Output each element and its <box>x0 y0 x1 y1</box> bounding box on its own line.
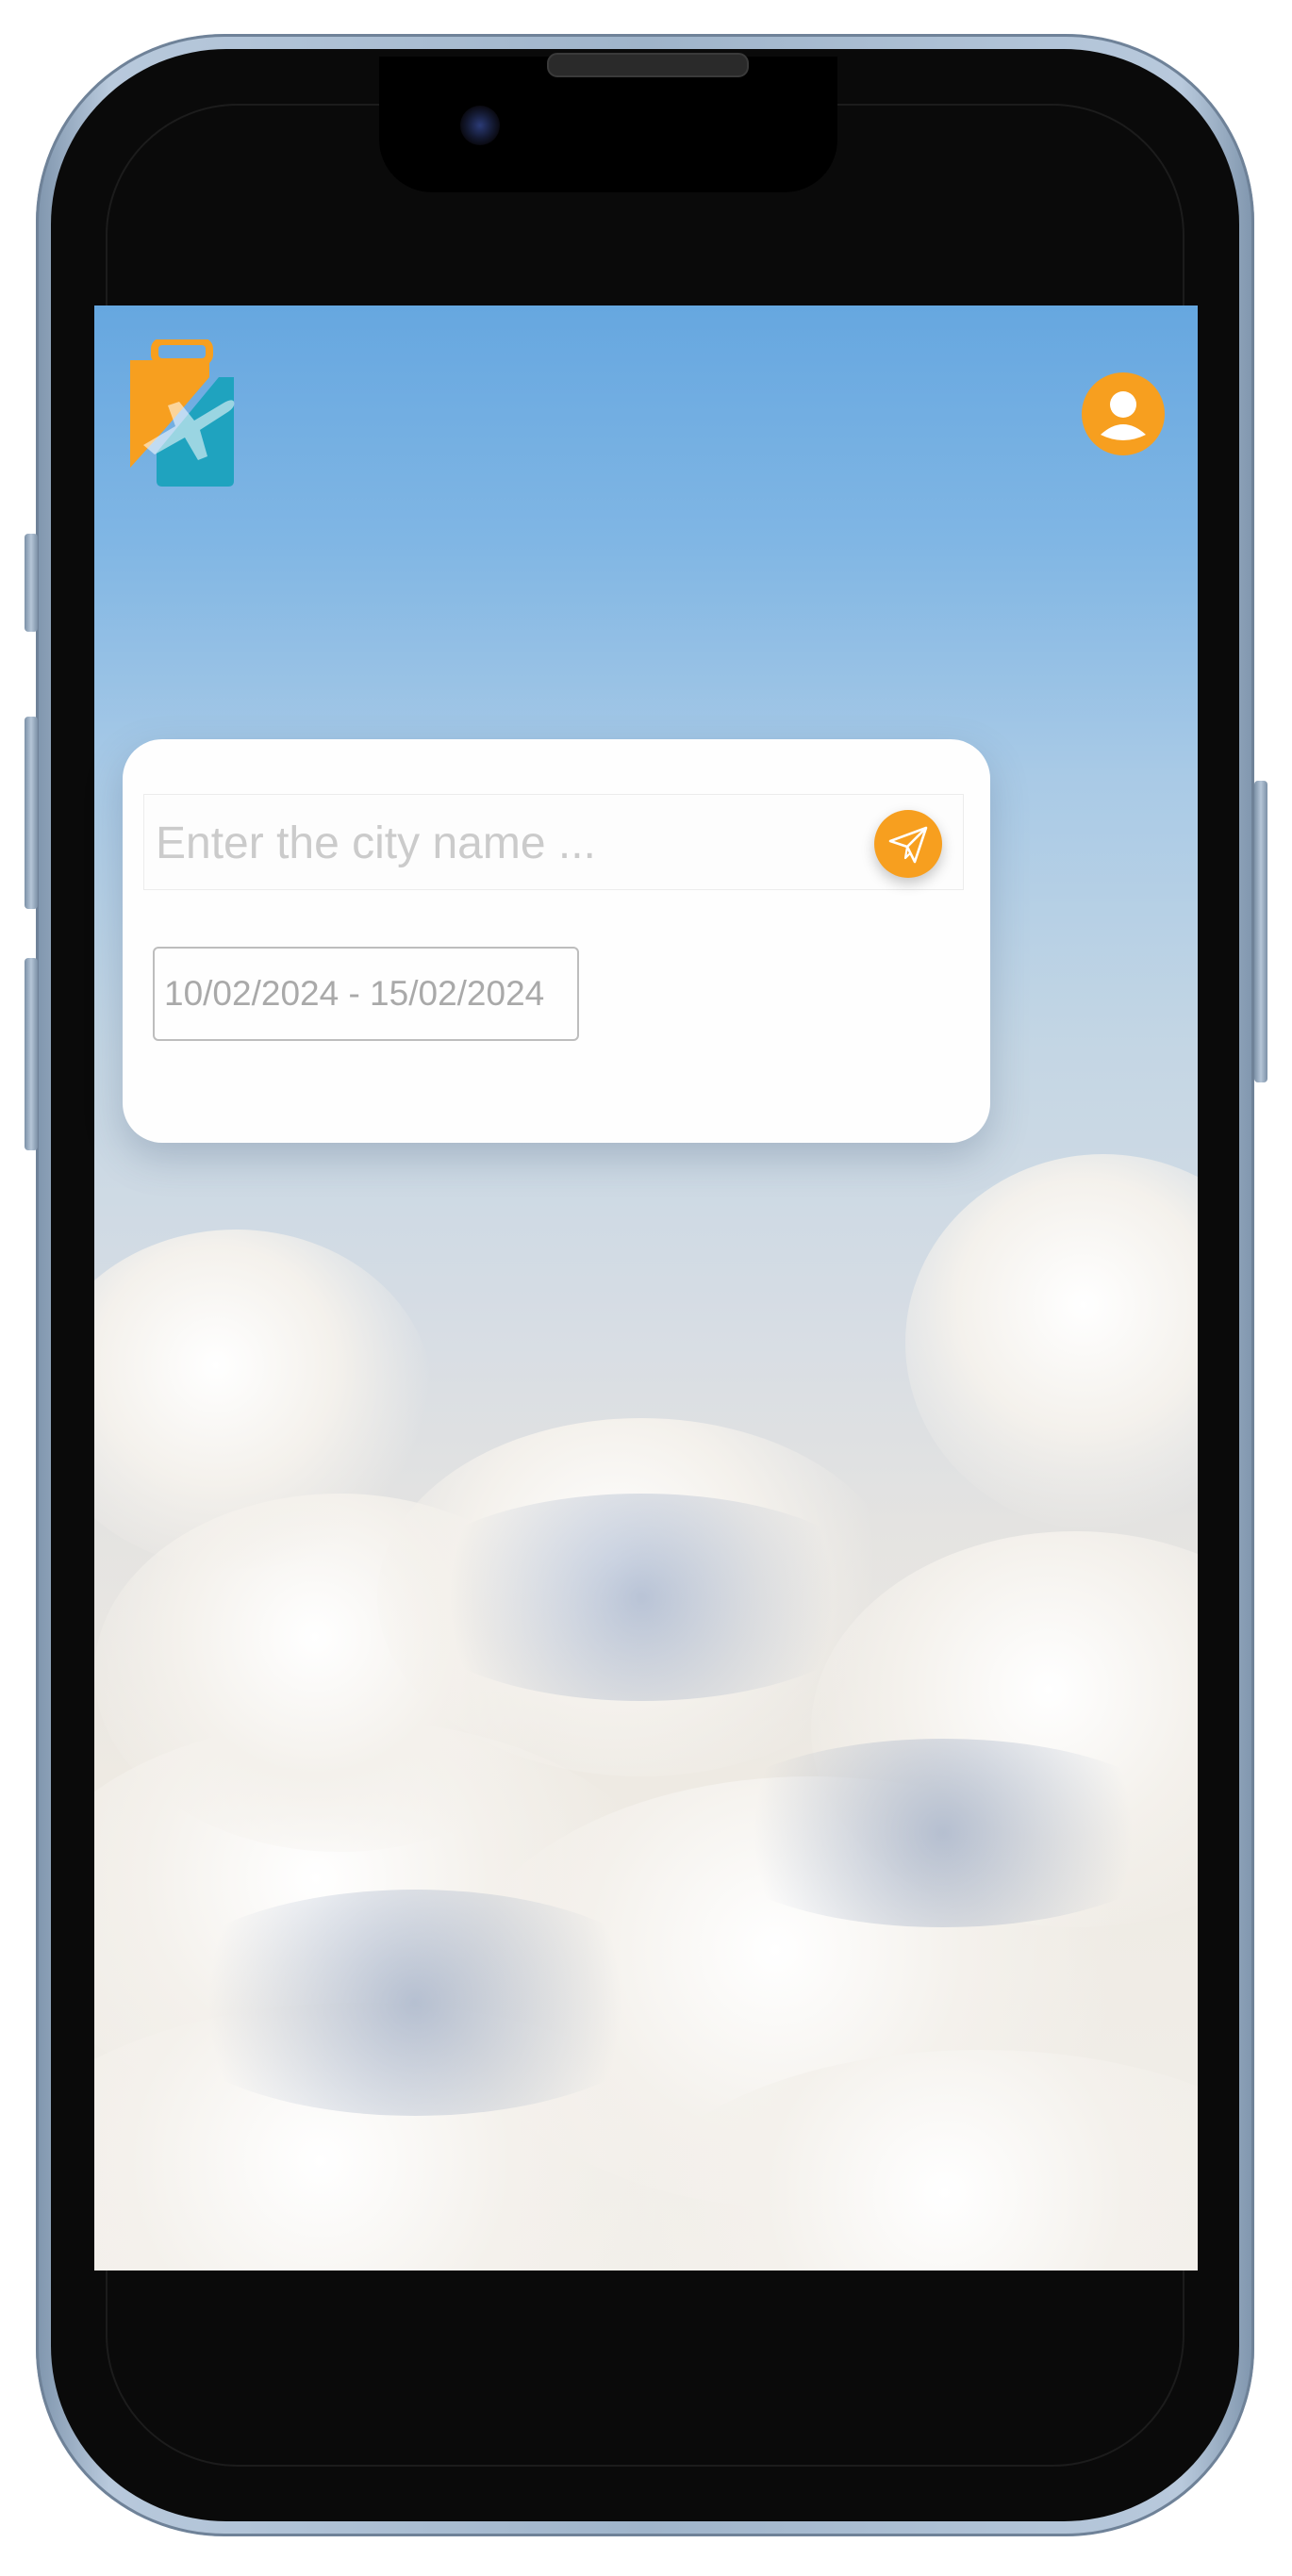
volume-down-button <box>25 958 38 1150</box>
app-screen <box>94 305 1198 2271</box>
front-camera <box>460 106 500 145</box>
suitcase-airplane-logo <box>130 339 235 487</box>
city-search-box <box>143 794 964 890</box>
search-card: 10/02/2024 - 15/02/2024 <box>123 739 990 1143</box>
volume-up-button <box>25 717 38 909</box>
paper-plane-icon <box>888 826 928 864</box>
date-range-value: 10/02/2024 - 15/02/2024 <box>164 974 545 1013</box>
send-button[interactable] <box>874 810 942 878</box>
date-range-picker[interactable]: 10/02/2024 - 15/02/2024 <box>153 947 579 1041</box>
user-avatar-icon[interactable] <box>1082 372 1165 455</box>
power-button <box>1254 781 1267 1082</box>
city-search-input[interactable] <box>154 808 874 878</box>
earpiece-speaker <box>547 53 749 77</box>
action-button <box>25 534 38 632</box>
